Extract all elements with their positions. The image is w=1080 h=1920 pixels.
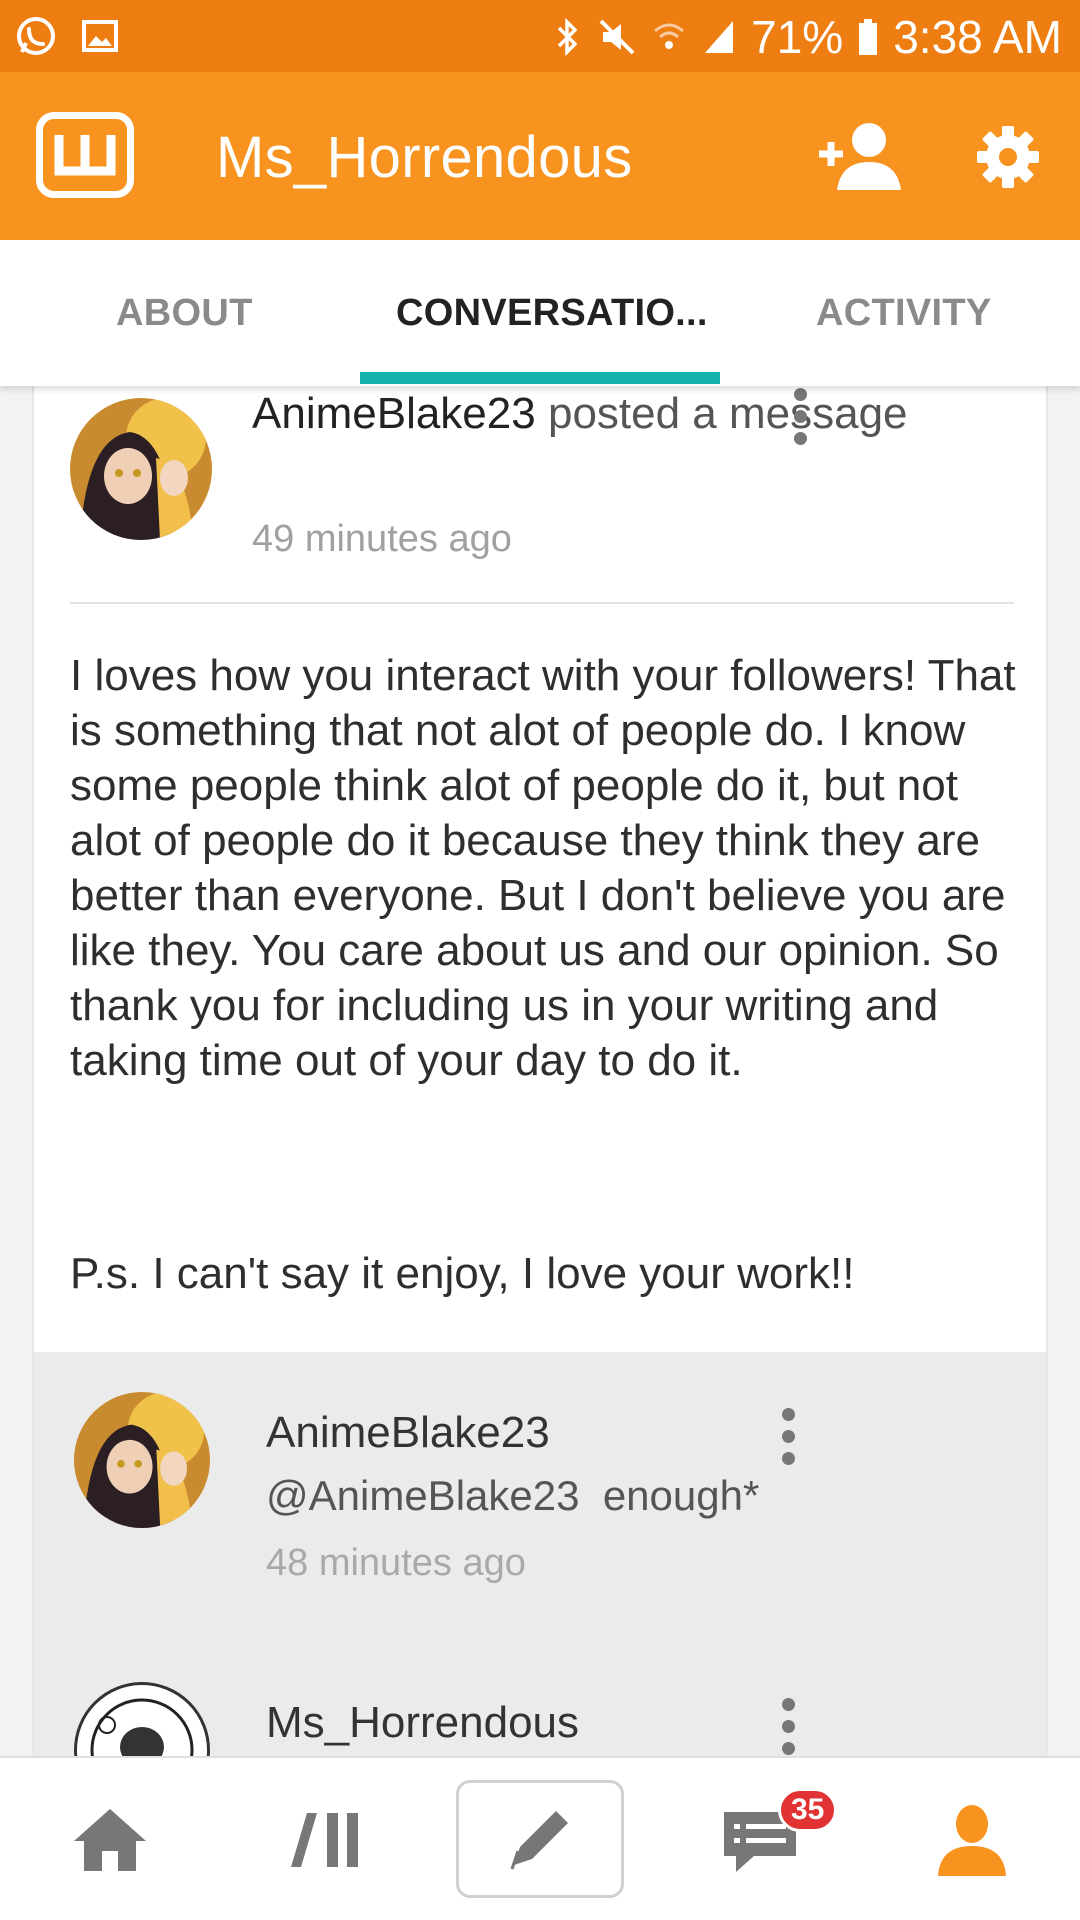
write-button[interactable] bbox=[456, 1780, 624, 1898]
reply-text: enough* bbox=[602, 1472, 760, 1519]
library-icon[interactable] bbox=[265, 1758, 385, 1920]
active-tab-indicator bbox=[360, 372, 720, 384]
profile-tabs: ABOUT CONVERSATIO... ACTIVITY bbox=[0, 240, 1080, 386]
messages-badge: 35 bbox=[778, 1788, 838, 1832]
post-message: I loves how you interact with your follo… bbox=[70, 651, 1016, 1085]
status-bar: 71% 3:38 AM bbox=[0, 0, 1080, 72]
wifi-icon bbox=[651, 17, 687, 57]
tab-conversation[interactable]: CONVERSATIO... bbox=[396, 292, 708, 335]
avatar[interactable] bbox=[74, 1682, 210, 1756]
bottom-navigation: 35 bbox=[0, 1756, 1080, 1920]
reply-message: @AnimeBlake23 enough* bbox=[266, 1472, 759, 1520]
more-options-icon[interactable] bbox=[778, 1698, 798, 1756]
messages-icon[interactable] bbox=[700, 1758, 820, 1920]
home-icon[interactable] bbox=[50, 1758, 170, 1920]
avatar[interactable] bbox=[74, 1392, 210, 1528]
tab-activity[interactable]: ACTIVITY bbox=[816, 292, 992, 335]
clock: 3:38 AM bbox=[893, 11, 1062, 63]
post-action: posted a message bbox=[547, 389, 908, 438]
divider bbox=[70, 602, 1014, 604]
gallery-icon bbox=[80, 14, 120, 58]
more-options-icon[interactable] bbox=[778, 1408, 798, 1468]
conversation-feed[interactable]: AnimeBlake23 posted a message 49 minutes… bbox=[32, 386, 1048, 1756]
avatar[interactable] bbox=[70, 398, 212, 540]
signal-icon bbox=[701, 17, 737, 57]
reply-timestamp: 48 minutes ago bbox=[266, 1542, 526, 1584]
post-author[interactable]: AnimeBlake23 bbox=[252, 389, 536, 438]
post-timestamp: 49 minutes ago bbox=[252, 518, 512, 560]
replies-section: AnimeBlake23 @AnimeBlake23 enough* 48 mi… bbox=[34, 1352, 1046, 1756]
profile-icon[interactable] bbox=[912, 1758, 1032, 1920]
mute-icon bbox=[597, 17, 637, 57]
battery-percent: 71% bbox=[751, 11, 844, 63]
add-user-icon[interactable] bbox=[815, 118, 905, 194]
whatsapp-icon bbox=[14, 14, 58, 58]
tab-about[interactable]: ABOUT bbox=[116, 292, 253, 335]
bluetooth-icon bbox=[553, 17, 583, 57]
write-icon bbox=[510, 1811, 568, 1870]
reply-mention[interactable]: @AnimeBlake23 bbox=[266, 1472, 579, 1519]
more-options-icon[interactable] bbox=[790, 388, 810, 448]
battery-icon bbox=[857, 17, 879, 57]
profile-title: Ms_Horrendous bbox=[216, 125, 633, 190]
post-header: AnimeBlake23 posted a message bbox=[252, 386, 952, 442]
post-postscript: P.s. I can't say it enjoy, I love your w… bbox=[70, 1249, 855, 1298]
reply-author[interactable]: Ms_Horrendous bbox=[266, 1698, 579, 1748]
wattpad-logo-icon[interactable] bbox=[36, 112, 134, 198]
app-bar: Ms_Horrendous bbox=[0, 72, 1080, 240]
gear-icon[interactable] bbox=[975, 124, 1041, 190]
reply-author[interactable]: AnimeBlake23 bbox=[266, 1408, 550, 1458]
